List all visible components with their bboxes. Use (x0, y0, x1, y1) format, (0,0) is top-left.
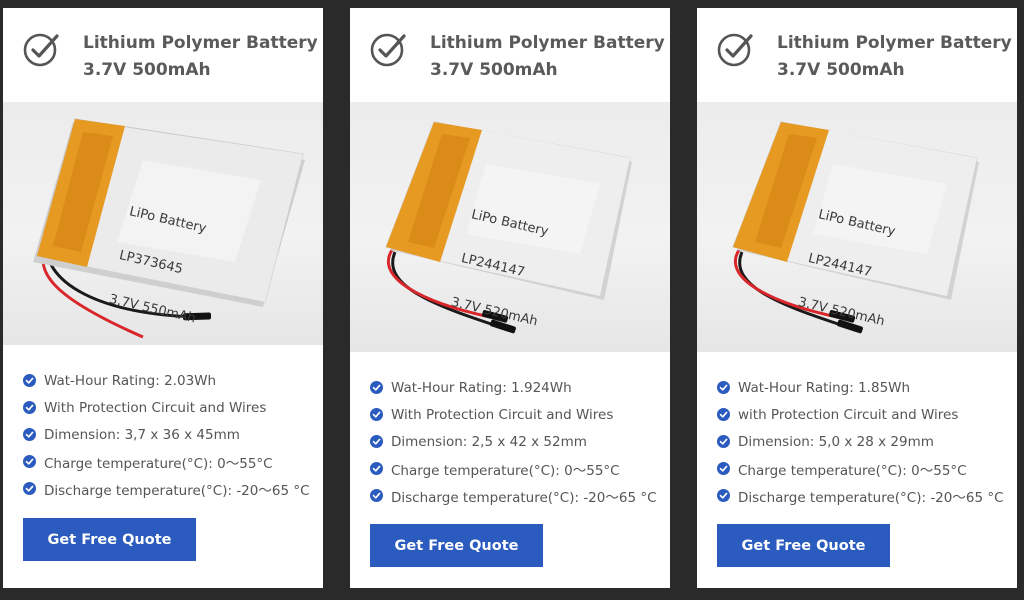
feature-item: Charge temperature(°C): 0～55°C (23, 448, 323, 475)
feature-item: With Protection Circuit and Wires (23, 394, 323, 421)
battery-label-line3: 3.7V 520mAh (449, 294, 540, 330)
feature-text: Discharge temperature(°C): -20～65 °C (738, 489, 1004, 506)
check-circle-icon (717, 381, 730, 394)
check-badge-icon (717, 33, 753, 67)
check-circle-icon (23, 401, 36, 414)
feature-item: Dimension: 2,5 x 42 x 52mm (370, 428, 670, 455)
card-title-line2: 3.7V 500mAh (83, 60, 211, 80)
feature-list: Wat-Hour Rating: 2.03Wh With Protection … (3, 345, 323, 502)
check-circle-icon (23, 482, 36, 495)
feature-item: Wat-Hour Rating: 1.924Wh (370, 374, 670, 401)
feature-item: Wat-Hour Rating: 2.03Wh (23, 367, 323, 394)
feature-item: Discharge temperature(°C): -20～65 °C (717, 482, 1017, 509)
feature-item: Wat-Hour Rating: 1.85Wh (717, 374, 1017, 401)
product-card-2: Lithium Polymer Battery 3.7V 500mAh LiPo… (350, 8, 670, 588)
card-title-line1: Lithium Polymer Battery (83, 33, 318, 53)
product-photo: LiPo Battery LP373645 3.7V 550mAh (3, 102, 323, 345)
check-circle-icon (23, 428, 36, 441)
get-free-quote-button[interactable]: Get Free Quote (23, 518, 196, 561)
feature-text: with Protection Circuit and Wires (738, 406, 959, 423)
check-circle-icon (370, 489, 383, 502)
battery-label-line2: LP244147 (806, 251, 874, 281)
battery-label-line2: LP373645 (117, 248, 185, 278)
check-circle-icon (370, 381, 383, 394)
card-title: Lithium Polymer Battery 3.7V 500mAh (83, 30, 318, 84)
feature-item: Charge temperature(°C): 0～55°C (717, 455, 1017, 482)
check-circle-icon (23, 374, 36, 387)
battery-label-line1: LiPo Battery (469, 207, 550, 240)
product-card-3: Lithium Polymer Battery 3.7V 500mAh LiPo… (697, 8, 1017, 588)
check-circle-icon (717, 462, 730, 475)
battery-label-line1: LiPo Battery (127, 204, 208, 237)
card-header: Lithium Polymer Battery 3.7V 500mAh (350, 8, 670, 102)
card-title-line1: Lithium Polymer Battery (777, 33, 1012, 53)
card-title-line1: Lithium Polymer Battery (430, 33, 665, 53)
feature-text: With Protection Circuit and Wires (44, 399, 267, 416)
feature-item: Dimension: 3,7 x 36 x 45mm (23, 421, 323, 448)
feature-text: Charge temperature(°C): 0～55°C (391, 462, 620, 479)
check-circle-icon (370, 408, 383, 421)
feature-text: Discharge temperature(°C): -20～65 °C (391, 489, 657, 506)
feature-item: Charge temperature(°C): 0～55°C (370, 455, 670, 482)
battery-label-line1: LiPo Battery (816, 207, 897, 240)
feature-list: Wat-Hour Rating: 1.85Wh with Protection … (697, 352, 1017, 509)
check-circle-icon (370, 435, 383, 448)
feature-text: With Protection Circuit and Wires (391, 406, 614, 423)
card-title: Lithium Polymer Battery 3.7V 500mAh (430, 30, 665, 84)
battery-label-line3: 3.7V 520mAh (796, 294, 887, 330)
check-circle-icon (717, 408, 730, 421)
check-circle-icon (370, 462, 383, 475)
check-circle-icon (717, 489, 730, 502)
feature-text: Wat-Hour Rating: 2.03Wh (44, 372, 217, 389)
card-title-line2: 3.7V 500mAh (777, 60, 905, 80)
feature-text: Discharge temperature(°C): -20～65 °C (44, 482, 310, 499)
feature-item: Discharge temperature(°C): -20～65 °C (23, 475, 323, 502)
card-header: Lithium Polymer Battery 3.7V 500mAh (3, 8, 323, 102)
feature-text: Dimension: 3,7 x 36 x 45mm (44, 426, 240, 443)
get-free-quote-button[interactable]: Get Free Quote (717, 524, 890, 567)
feature-text: Dimension: 5,0 x 28 x 29mm (738, 433, 934, 450)
battery-label-line2: LP244147 (459, 251, 527, 281)
feature-text: Charge temperature(°C): 0～55°C (44, 455, 273, 472)
feature-item: Dimension: 5,0 x 28 x 29mm (717, 428, 1017, 455)
battery-label-line3: 3.7V 550mAh (107, 291, 198, 327)
card-header: Lithium Polymer Battery 3.7V 500mAh (697, 8, 1017, 102)
feature-text: Dimension: 2,5 x 42 x 52mm (391, 433, 587, 450)
card-title: Lithium Polymer Battery 3.7V 500mAh (777, 30, 1012, 84)
feature-item: with Protection Circuit and Wires (717, 401, 1017, 428)
check-badge-icon (23, 33, 59, 67)
feature-text: Wat-Hour Rating: 1.924Wh (391, 379, 572, 396)
check-badge-icon (370, 33, 406, 67)
feature-item: Discharge temperature(°C): -20～65 °C (370, 482, 670, 509)
check-circle-icon (717, 435, 730, 448)
get-free-quote-button[interactable]: Get Free Quote (370, 524, 543, 567)
check-circle-icon (23, 455, 36, 468)
product-photo: LiPo Battery LP244147 3.7V 520mAh (350, 102, 670, 352)
card-title-line2: 3.7V 500mAh (430, 60, 558, 80)
product-photo: LiPo Battery LP244147 3.7V 520mAh (697, 102, 1017, 352)
feature-text: Wat-Hour Rating: 1.85Wh (738, 379, 911, 396)
product-card-1: Lithium Polymer Battery 3.7V 500mAh LiPo… (3, 8, 323, 588)
feature-text: Charge temperature(°C): 0～55°C (738, 462, 967, 479)
feature-list: Wat-Hour Rating: 1.924Wh With Protection… (350, 352, 670, 509)
feature-item: With Protection Circuit and Wires (370, 401, 670, 428)
